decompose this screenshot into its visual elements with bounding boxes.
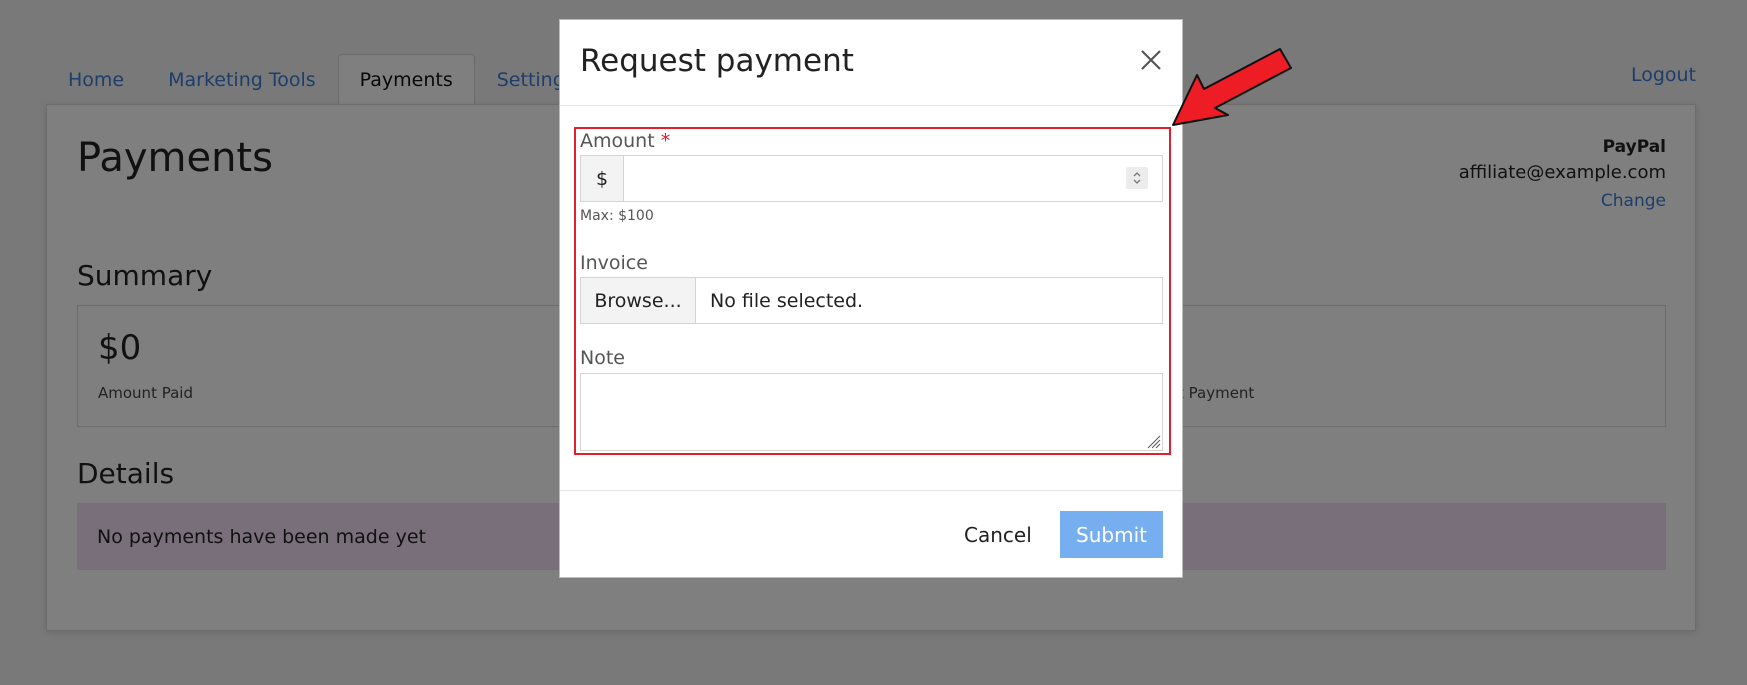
amount-input[interactable] [624, 156, 1126, 201]
annotation-arrow-icon [1172, 48, 1292, 126]
modal-footer: Cancel Submit [560, 490, 1182, 577]
amount-label: Amount * [580, 130, 671, 152]
submit-button[interactable]: Submit [1060, 511, 1163, 558]
browse-button[interactable]: Browse... [581, 278, 696, 323]
amount-spinner[interactable] [1126, 167, 1148, 189]
required-mark: * [660, 130, 671, 152]
note-label: Note [580, 347, 625, 369]
amount-input-group: $ [580, 155, 1163, 202]
invoice-file-input[interactable]: Browse... No file selected. [580, 277, 1163, 324]
amount-help-text: Max: $100 [580, 208, 654, 224]
file-status-text: No file selected. [710, 289, 864, 312]
invoice-label: Invoice [580, 252, 648, 274]
modal-header: Request payment [560, 20, 1182, 106]
close-icon [1141, 50, 1161, 70]
request-payment-modal: Request payment Amount * $ Max: $100 Inv… [559, 19, 1183, 578]
spinner-icon [1133, 172, 1141, 184]
cancel-button[interactable]: Cancel [952, 511, 1044, 558]
close-button[interactable] [1138, 47, 1164, 73]
note-textarea[interactable] [580, 373, 1163, 451]
modal-title: Request payment [580, 43, 854, 79]
currency-addon: $ [581, 156, 624, 201]
